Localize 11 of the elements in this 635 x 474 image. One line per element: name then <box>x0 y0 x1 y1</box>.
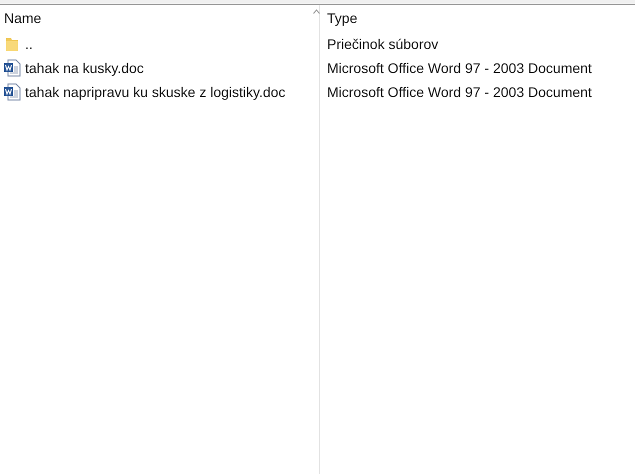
file-type: Priečinok súborov <box>327 34 438 54</box>
file-name[interactable]: tahak na kusky.doc <box>25 58 144 78</box>
column-header[interactable]: Type <box>320 5 635 32</box>
file-type: Microsoft Office Word 97 - 2003 Document <box>327 82 592 102</box>
column-header[interactable]: Name <box>0 5 319 32</box>
document-icon <box>3 59 21 77</box>
document-icon <box>3 83 21 101</box>
file-name[interactable]: .. <box>25 34 33 54</box>
folder-icon <box>5 36 19 52</box>
file-name[interactable]: tahak napripravu ku skuske z logistiky.doc <box>25 82 286 102</box>
file-type: Microsoft Office Word 97 - 2003 Document <box>327 58 592 78</box>
